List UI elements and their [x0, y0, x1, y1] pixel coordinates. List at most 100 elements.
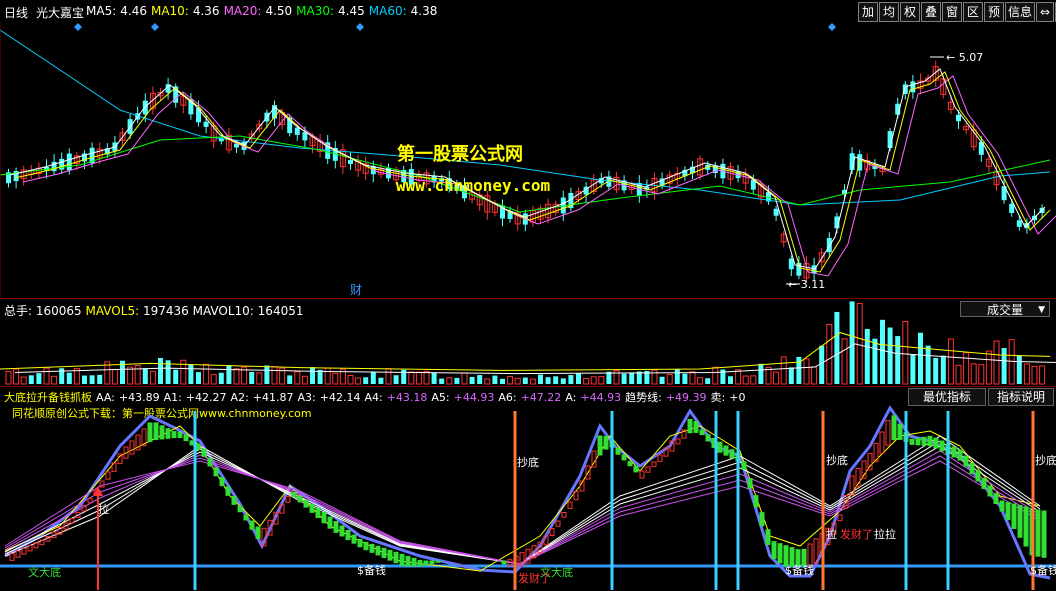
indicator-bar	[21, 547, 27, 555]
volume-bar-down	[287, 375, 293, 384]
volume-bar-up	[780, 356, 787, 385]
volume-bar-up	[712, 366, 719, 385]
volume-bar-up	[583, 378, 590, 385]
volume-bar-down	[819, 345, 825, 384]
volume-bar-down	[370, 371, 376, 384]
indicator-bar	[351, 534, 357, 544]
indicator-bar	[567, 501, 573, 509]
indicator-bar	[183, 434, 189, 442]
volume-bar-down	[439, 378, 445, 384]
indicator-bar	[225, 486, 231, 496]
candle-down	[773, 208, 779, 216]
indicator-bar	[333, 521, 339, 533]
high-price-label: ← 5.07	[946, 51, 983, 64]
volume-bar-down	[264, 365, 270, 384]
indicator-bar	[375, 545, 381, 556]
volume-bar-up	[423, 370, 430, 385]
volume-bar-up	[803, 358, 810, 385]
indicator-bar	[627, 460, 633, 467]
indicator-bar	[639, 470, 645, 479]
indicator-bar	[693, 421, 699, 433]
volume-bar-down	[492, 375, 498, 384]
indicator-bar	[897, 423, 903, 440]
indicator-bar	[315, 507, 321, 519]
volume-bar-up	[324, 367, 331, 385]
indicator-bar	[369, 543, 375, 553]
volume-bar-down	[940, 355, 946, 384]
volume-bar-down	[249, 371, 255, 384]
wendadi-signal-1: 文大底	[28, 565, 61, 579]
volume-bar-down	[659, 376, 665, 384]
indicator-bar	[645, 466, 651, 473]
volume-bar-down	[97, 374, 103, 384]
volume-bar-down	[89, 375, 95, 384]
yellow-line	[4, 425, 1041, 572]
volume-bar-down	[310, 367, 315, 384]
volume-bar-down	[477, 375, 483, 384]
indicator-bar	[249, 520, 255, 530]
indicator-bar	[339, 525, 345, 537]
volume-bar-down	[568, 375, 574, 384]
indicator-bar	[981, 478, 987, 489]
candle-down	[910, 81, 916, 93]
volume-bar-up	[301, 375, 308, 385]
volume-bar-up	[970, 363, 977, 385]
indicator-bar	[777, 543, 783, 564]
volume-bar-up	[385, 368, 392, 385]
volume-bar-up	[856, 303, 863, 385]
volume-bar-down	[66, 372, 72, 384]
volume-bar-down	[158, 357, 163, 384]
volume-bar-down	[431, 372, 437, 384]
volume-bar-down	[82, 375, 87, 384]
indicator-bar	[1017, 505, 1023, 538]
volume-bar-up	[735, 369, 742, 385]
indicator-bar	[699, 429, 705, 436]
indicator-bar	[177, 431, 183, 439]
candle-down	[196, 108, 201, 123]
volume-bar-up	[811, 366, 818, 385]
indicator-bar	[429, 560, 435, 565]
volume-bar-up	[233, 368, 240, 385]
indicator-bar	[717, 441, 723, 453]
ma10-line	[14, 71, 1051, 273]
candle-down	[203, 121, 209, 127]
candle-down	[348, 159, 353, 165]
volume-bar-down	[142, 368, 148, 384]
indicator-bar	[951, 446, 957, 458]
indicator-bar	[171, 431, 177, 439]
indicator-bar	[405, 555, 411, 567]
indicator-bar	[993, 493, 999, 504]
volume-bar-down	[500, 378, 505, 384]
volume-bar-down	[545, 377, 551, 384]
facai-signal-2: 发财了	[840, 527, 873, 541]
indicator-bar	[213, 467, 219, 477]
indicator-bar	[435, 560, 441, 563]
la-signal-2: 拉	[826, 527, 837, 541]
volume-bar-down	[1001, 348, 1007, 384]
indicator-bar	[987, 485, 993, 497]
volume-bar-up	[134, 364, 141, 385]
indicator-bar	[921, 436, 927, 446]
volume-bar-down	[682, 373, 688, 384]
candle-down	[956, 114, 961, 122]
indicator-bar	[939, 440, 945, 452]
volume-bar-up	[742, 375, 749, 385]
indicator-bar	[285, 495, 291, 503]
indicator-bar	[753, 495, 759, 508]
volume-bar-up	[773, 371, 780, 385]
indicator-bar	[909, 438, 915, 445]
volume-bar-up	[149, 370, 156, 385]
volume-bar-up	[332, 372, 339, 385]
indicator-bar	[999, 500, 1005, 512]
candle-down	[294, 127, 300, 135]
volume-bar-up	[20, 376, 27, 385]
indicator-bar	[633, 465, 639, 473]
indicator-chart[interactable]: 抄底 抄底 抄底拉拉 拉拉文大底 文大底$备钱 $备钱 $备钱发财了发财了	[0, 386, 1056, 590]
volume-bar-down	[393, 375, 399, 384]
volume-chart[interactable]	[0, 298, 1056, 386]
volume-bar-down	[28, 375, 34, 384]
volume-bar-up	[985, 350, 992, 385]
volume-bar-down	[849, 301, 855, 384]
volume-bar-up	[461, 372, 468, 385]
kline-chart[interactable]: ← 5.07 ← 3.11 财	[0, 0, 1056, 298]
